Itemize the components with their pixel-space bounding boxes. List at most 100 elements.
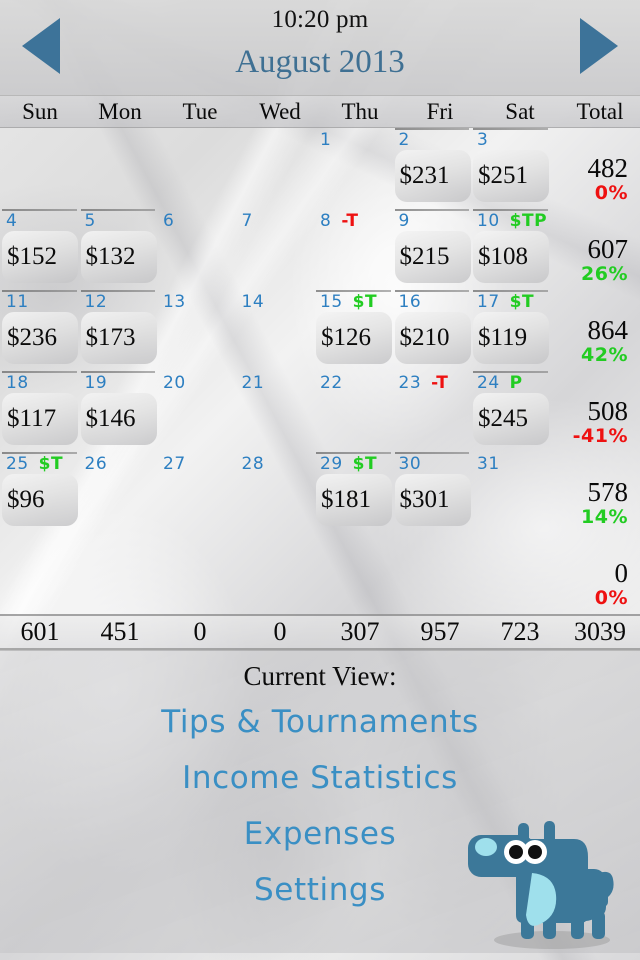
day-marker-minusT: -T (431, 373, 449, 393)
calendar-day-2[interactable]: 2 $231 (393, 128, 472, 209)
calendar-day-31[interactable]: 31 (471, 452, 550, 533)
calendar-day-8[interactable]: 8 -T (314, 209, 393, 290)
cell-separator-line (473, 371, 548, 373)
calendar-day-15[interactable]: 15 $T $126 (314, 290, 393, 371)
calendar-day-empty (236, 128, 315, 209)
calendar-day-18[interactable]: 18 $117 (0, 371, 79, 452)
calendar-day-4[interactable]: 4 $152 (0, 209, 79, 290)
day-amount-value: $108 (478, 243, 528, 270)
calendar-day-29[interactable]: 29 $T $181 (314, 452, 393, 533)
calendar-day-13[interactable]: 13 (157, 290, 236, 371)
day-amount-tile[interactable]: $117 (2, 393, 78, 445)
day-of-week-header-row: Sun Mon Tue Wed Thu Fri Sat Total (0, 96, 640, 128)
day-amount-tile[interactable]: $96 (2, 474, 78, 526)
menu-item-income-statistics[interactable]: Income Statistics (0, 760, 640, 796)
day-amount-tile[interactable]: $236 (2, 312, 78, 364)
day-number: 4 (6, 211, 18, 231)
calendar-day-19[interactable]: 19 $146 (79, 371, 158, 452)
day-number: 10 $TP (477, 211, 548, 231)
calendar-day-27[interactable]: 27 (157, 452, 236, 533)
calendar-day-empty (0, 128, 79, 209)
day-number: 16 (398, 292, 422, 312)
calendar-day-14[interactable]: 14 (236, 290, 315, 371)
cell-separator-line (80, 290, 155, 292)
calendar-day-22[interactable]: 22 (314, 371, 393, 452)
column-total-sun: 601 (20, 617, 60, 646)
cell-separator-line (473, 209, 548, 211)
day-amount-tile[interactable]: $119 (473, 312, 549, 364)
cell-separator-line (80, 209, 155, 211)
calendar-day-21[interactable]: 21 (236, 371, 315, 452)
day-number: 11 (6, 292, 29, 312)
calendar-day-11[interactable]: 11 $236 (0, 290, 79, 371)
calendar-day-25[interactable]: 25 $T $96 (0, 452, 79, 533)
day-amount-tile[interactable]: $245 (473, 393, 549, 445)
next-month-arrow-icon[interactable] (580, 18, 618, 74)
day-number: 24 P (477, 373, 523, 393)
day-amount-tile[interactable]: $231 (394, 150, 471, 202)
calendar-day-23[interactable]: 23 -T (393, 371, 472, 452)
cell-separator-line (2, 452, 77, 454)
calendar-day-7[interactable]: 7 (236, 209, 315, 290)
day-number: 5 (84, 211, 96, 231)
day-header-thu: Thu (341, 98, 379, 124)
calendar-day-26[interactable]: 26 (79, 452, 158, 533)
calendar-day-16[interactable]: 16 $210 (393, 290, 472, 371)
calendar-day-6[interactable]: 6 (157, 209, 236, 290)
week-total-cell: 508 -41% (550, 371, 640, 452)
day-amount-tile[interactable]: $126 (316, 312, 392, 364)
prev-month-arrow-icon[interactable] (22, 18, 60, 74)
day-amount-tile[interactable]: $132 (80, 231, 157, 283)
day-amount-value: $236 (7, 324, 57, 351)
cell-separator-line (473, 290, 548, 292)
calendar-week-row: 18 $117 19 $146 20 21 22 23 -T 24 P $245 508 -41% (0, 371, 640, 452)
calendar-day-17[interactable]: 17 $T $119 (471, 290, 550, 371)
menu-item-tips-tournaments[interactable]: Tips & Tournaments (0, 704, 640, 740)
day-amount-tile[interactable]: $210 (394, 312, 471, 364)
calendar-day-30[interactable]: 30 $301 (393, 452, 472, 533)
column-total-mon: 451 (100, 617, 140, 646)
column-totals-row: 601 451 0 0 307 957 723 3039 (0, 614, 640, 650)
day-amount-value: $117 (7, 405, 57, 432)
calendar-day-empty (79, 128, 158, 209)
calendar-day-9[interactable]: 9 $215 (393, 209, 472, 290)
day-number: 12 (84, 292, 108, 312)
week-total-cell: 482 0% (550, 128, 640, 209)
week-total-amount: 508 (587, 396, 629, 426)
day-amount-tile[interactable]: $215 (394, 231, 471, 283)
calendar-week-row: 4 $152 5 $132 6 7 8 -T 9 $215 10 $TP $108 607 26% (0, 209, 640, 290)
day-amount-value: $96 (7, 486, 45, 513)
day-amount-tile[interactable]: $108 (473, 231, 549, 283)
day-number: 27 (163, 454, 186, 474)
week-total-cell: 578 14% (550, 452, 640, 533)
day-amount-tile[interactable]: $301 (394, 474, 471, 526)
calendar-day-10[interactable]: 10 $TP $108 (471, 209, 550, 290)
day-amount-value: $231 (399, 162, 450, 189)
calendar-day-1[interactable]: 1 (314, 128, 393, 209)
calendar-day-28[interactable]: 28 (236, 452, 315, 533)
column-total-total: 3039 (574, 617, 626, 646)
day-number: 13 (163, 292, 186, 312)
day-amount-tile[interactable]: $181 (316, 474, 392, 526)
day-number: 6 (163, 211, 175, 231)
calendar-day-12[interactable]: 12 $173 (79, 290, 158, 371)
status-clock: 10:20 pm (271, 6, 369, 33)
day-marker-dollarT: $T (38, 454, 64, 474)
day-marker-dollarT: $T (352, 292, 378, 312)
day-amount-tile[interactable]: $251 (473, 150, 549, 202)
calendar-day-5[interactable]: 5 $132 (79, 209, 158, 290)
calendar-day-3[interactable]: 3 $251 (471, 128, 550, 209)
cell-separator-line (2, 209, 77, 211)
day-amount-tile[interactable]: $146 (80, 393, 157, 445)
day-number: 21 (241, 373, 265, 393)
day-amount-tile[interactable]: $152 (2, 231, 78, 283)
day-amount-tile[interactable]: $173 (80, 312, 157, 364)
cell-separator-line (394, 452, 469, 454)
calendar-day-20[interactable]: 20 (157, 371, 236, 452)
day-header-sun: Sun (22, 98, 58, 124)
week-total-amount: 482 (587, 153, 629, 183)
calendar-day-24[interactable]: 24 P $245 (471, 371, 550, 452)
cell-separator-line (2, 371, 77, 373)
calendar-day-empty (79, 533, 158, 614)
week-total-percent: 0% (594, 182, 628, 204)
